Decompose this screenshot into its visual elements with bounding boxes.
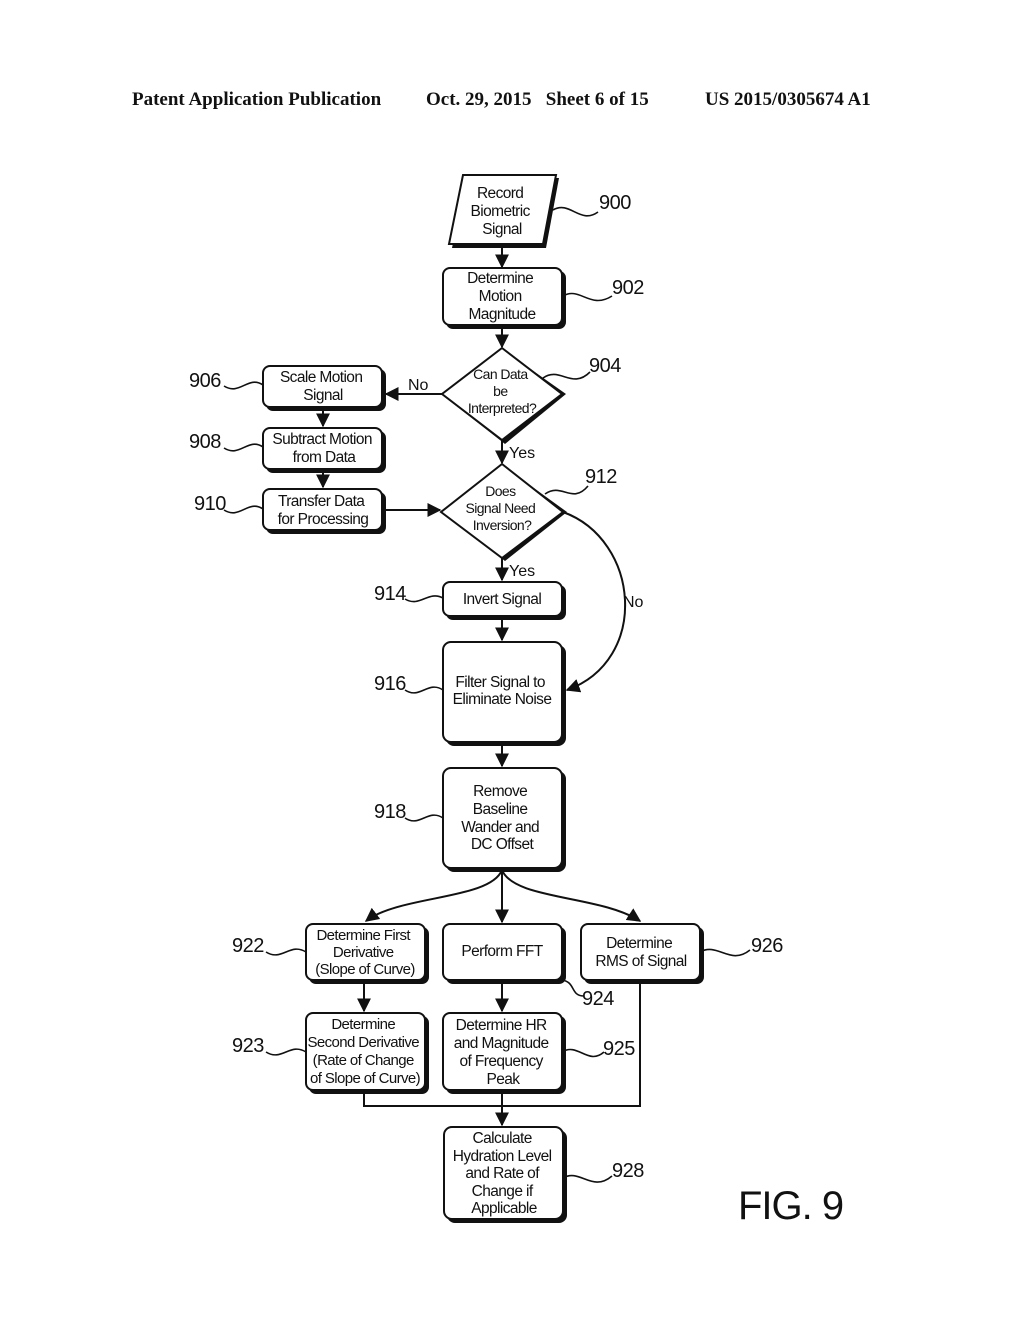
leader-904 (542, 371, 591, 380)
ref-916: 916 (374, 673, 406, 695)
leader-925 (561, 1048, 605, 1058)
ref-908: 908 (189, 431, 221, 453)
leader-908 (223, 443, 264, 452)
leader-906 (223, 381, 264, 390)
figure-label: FIG. 9 (738, 1184, 843, 1228)
node-916: Filter Signal to Eliminate Noise (442, 641, 566, 746)
edge-912-916-no (562, 511, 626, 693)
node-916-text: Filter Signal to Eliminate Noise (453, 674, 552, 708)
leader-912 (544, 485, 589, 495)
node-910-text: Transfer Data for Processing (278, 493, 369, 528)
ref-924: 924 (582, 988, 614, 1010)
leader-924 (561, 979, 585, 997)
node-910: Transfer Data for Processing (262, 488, 386, 534)
label-912-yes: Yes (509, 563, 535, 580)
ref-925: 925 (603, 1038, 635, 1060)
leader-910 (223, 505, 264, 514)
node-923: Determine Second Derivative (Rate of Cha… (305, 1012, 429, 1094)
node-900: Record Biometric Signal (447, 174, 559, 248)
node-924-text: Perform FFT (461, 943, 543, 960)
node-926: Determine RMS of Signal (580, 923, 704, 984)
edge-918-922 (364, 869, 503, 922)
ref-910: 910 (194, 493, 226, 515)
leader-922 (265, 948, 307, 956)
node-918: Remove Baseline Wander and DC Offset (442, 767, 566, 872)
label-912-no: No (623, 594, 644, 611)
label-904-yes: Yes (509, 445, 535, 462)
node-924: Perform FFT (442, 923, 566, 984)
leader-923 (265, 1048, 307, 1056)
ref-928: 928 (612, 1160, 644, 1182)
node-914-text: Invert Signal (463, 591, 542, 608)
leader-928 (562, 1174, 613, 1183)
ref-914: 914 (374, 583, 406, 605)
node-908: Subtract Motion from Data (262, 427, 386, 473)
ref-918: 918 (374, 801, 406, 823)
node-912: Does Signal Need Inversion? (439, 462, 567, 561)
label-904-no: No (408, 377, 429, 394)
ref-902: 902 (612, 277, 644, 299)
ref-926: 926 (751, 935, 783, 957)
leader-926 (699, 948, 751, 957)
ref-923: 923 (232, 1035, 264, 1057)
ref-922: 922 (232, 935, 264, 957)
node-928: Calculate Hydration Level and Rate of Ch… (443, 1126, 567, 1223)
node-904: Can Data be Interpreted? (440, 346, 566, 444)
leader-900 (552, 206, 599, 217)
ref-900: 900 (599, 192, 631, 214)
leader-914 (404, 595, 444, 603)
leader-918 (404, 814, 444, 822)
node-914: Invert Signal (442, 581, 566, 620)
edge-918-926 (501, 869, 642, 922)
ref-912: 912 (585, 466, 617, 488)
node-925: Determine HR and Magnitude of Frequency … (442, 1012, 566, 1094)
node-926-text: Determine RMS of Signal (595, 935, 686, 970)
ref-904: 904 (589, 355, 621, 377)
leader-902 (562, 292, 613, 302)
node-922: Determine First Derivative (Slope of Cur… (305, 923, 429, 984)
leader-916 (404, 686, 444, 694)
node-906: Scale Motion Signal (262, 365, 386, 411)
ref-906: 906 (189, 370, 221, 392)
node-902: Determine Motion Magnitude (442, 267, 566, 329)
flowchart: No Yes Yes No Record Biometric Signal De… (189, 174, 844, 1228)
